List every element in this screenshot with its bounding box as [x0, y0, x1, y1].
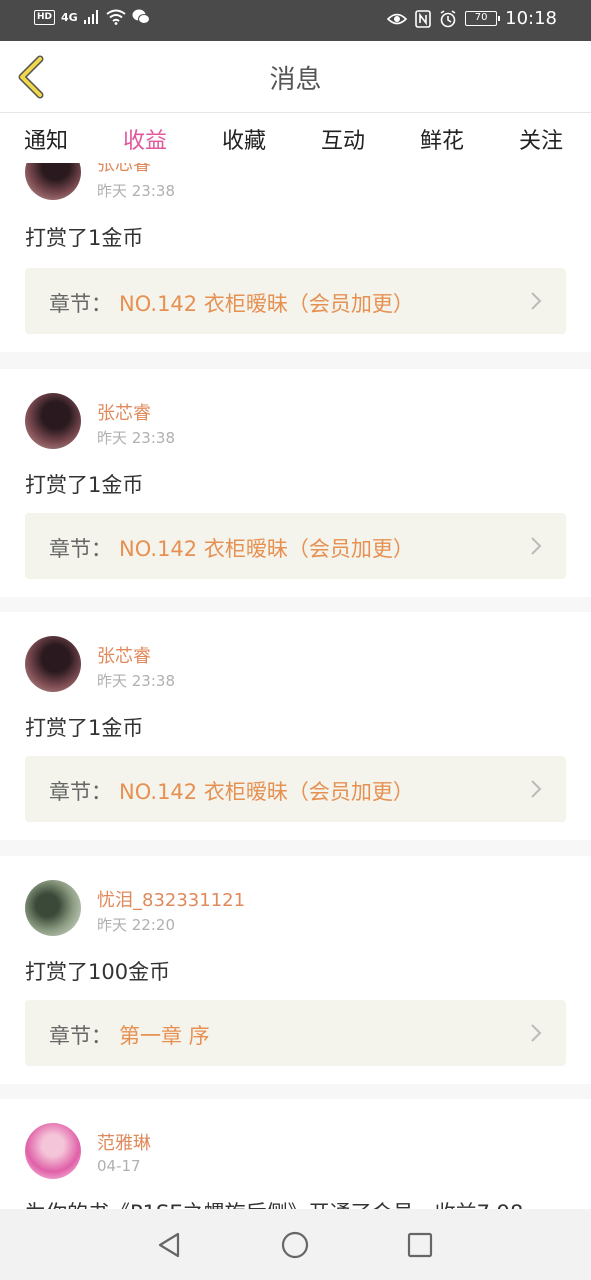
alarm-icon: [440, 9, 456, 27]
chapter-title: 第一章 序: [119, 1024, 210, 1048]
message-time: 昨天 23:38: [97, 182, 175, 200]
message-time: 04-17: [97, 1157, 141, 1175]
tab-follows[interactable]: 关注: [519, 123, 563, 155]
avatar[interactable]: [25, 880, 81, 936]
status-right: 70 10:18: [387, 8, 557, 29]
home-circle-icon[interactable]: [279, 1229, 311, 1261]
tab-favorites[interactable]: 收藏: [222, 123, 266, 155]
tab-interactions[interactable]: 互动: [321, 123, 365, 155]
signal-icon: [83, 10, 98, 24]
hd-icon: HD: [34, 9, 56, 25]
message-text: 为你的书《P1SE之螺旋后侧》开通了会员，收益7.98: [25, 1197, 523, 1209]
message-text: 打赏了1金币: [25, 716, 144, 740]
chapter-title: NO.142 衣柜暧昧（会员加更）: [119, 780, 414, 804]
message-text: 打赏了1金币: [25, 226, 144, 250]
message-time: 昨天 23:38: [97, 672, 175, 690]
avatar[interactable]: [25, 163, 81, 200]
message-text: 打赏了100金币: [25, 960, 171, 984]
list-item: 忧泪_832331121 昨天 22:20 打赏了100金币 章节： 第一章 序: [0, 856, 591, 1084]
tab-notifications[interactable]: 通知: [24, 123, 68, 155]
list-item: 张芯睿 昨天 23:38 打赏了1金币 章节： NO.142 衣柜暧昧（会员加更…: [0, 163, 591, 352]
chapter-title: NO.142 衣柜暧昧（会员加更）: [119, 537, 414, 561]
chapter-link[interactable]: 章节： 第一章 序: [25, 1000, 566, 1066]
chevron-right-icon: [531, 780, 542, 798]
battery-icon: 70: [465, 11, 501, 26]
back-triangle-icon[interactable]: [154, 1229, 186, 1261]
user-name[interactable]: 张芯睿: [97, 642, 151, 668]
chapter-label: 章节：: [49, 1024, 112, 1048]
chevron-right-icon: [531, 537, 542, 555]
nfc-icon: [415, 9, 431, 28]
message-time: 昨天 22:20: [97, 916, 175, 934]
wifi-icon: [106, 9, 126, 25]
avatar[interactable]: [25, 636, 81, 692]
chapter-title: NO.142 衣柜暧昧（会员加更）: [119, 292, 414, 316]
nav-bar: 消息: [0, 41, 591, 113]
wechat-icon: [132, 9, 150, 24]
chapter-link[interactable]: 章节： NO.142 衣柜暧昧（会员加更）: [25, 513, 566, 579]
user-name[interactable]: 忧泪_832331121: [97, 886, 245, 912]
recents-square-icon[interactable]: [404, 1229, 436, 1261]
eye-icon: [387, 13, 408, 24]
list-item: 张芯睿 昨天 23:38 打赏了1金币 章节： NO.142 衣柜暧昧（会员加更…: [0, 369, 591, 597]
message-list[interactable]: 张芯睿 昨天 23:38 打赏了1金币 章节： NO.142 衣柜暧昧（会员加更…: [0, 163, 591, 1209]
user-name[interactable]: 张芯睿: [97, 399, 151, 425]
user-name[interactable]: 张芯睿: [97, 163, 151, 176]
list-item: 范雅琳 04-17 为你的书《P1SE之螺旋后侧》开通了会员，收益7.98: [0, 1099, 591, 1209]
chapter-link[interactable]: 章节： NO.142 衣柜暧昧（会员加更）: [25, 756, 566, 822]
avatar[interactable]: [25, 1123, 81, 1179]
network-label: 4G: [61, 10, 78, 24]
chapter-link[interactable]: 章节： NO.142 衣柜暧昧（会员加更）: [25, 268, 566, 334]
message-text: 打赏了1金币: [25, 473, 144, 497]
chapter-label: 章节：: [49, 292, 112, 316]
chapter-label: 章节：: [49, 537, 112, 561]
clock: 10:18: [505, 8, 557, 29]
tab-bar: 通知 收益 收藏 互动 鲜花 关注: [0, 113, 591, 167]
tab-flowers[interactable]: 鲜花: [420, 123, 464, 155]
chapter-label: 章节：: [49, 780, 112, 804]
tab-earnings[interactable]: 收益: [123, 123, 168, 167]
status-left: HD 4G: [34, 9, 150, 25]
system-nav-bar: [0, 1209, 591, 1280]
chevron-right-icon: [531, 292, 542, 310]
page-title: 消息: [269, 65, 322, 95]
message-time: 昨天 23:38: [97, 429, 175, 447]
list-item: 张芯睿 昨天 23:38 打赏了1金币 章节： NO.142 衣柜暧昧（会员加更…: [0, 612, 591, 840]
chevron-right-icon: [531, 1024, 542, 1042]
user-name[interactable]: 范雅琳: [97, 1129, 151, 1155]
status-bar: HD 4G 70 10:18: [0, 0, 591, 41]
avatar[interactable]: [25, 393, 81, 449]
